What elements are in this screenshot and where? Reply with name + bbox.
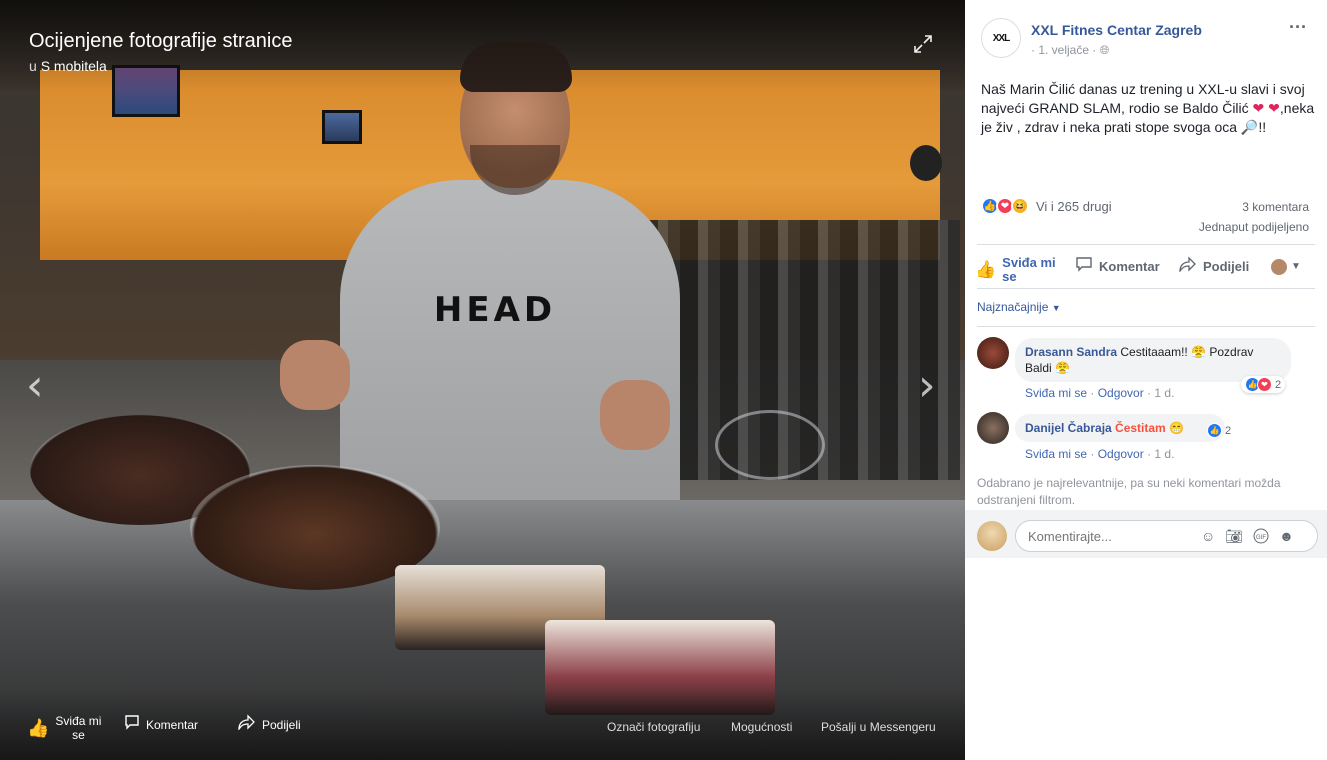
- more-options-icon[interactable]: ···: [1289, 17, 1307, 38]
- photo-like-button[interactable]: 👍 Sviđa mi se: [27, 714, 101, 742]
- share-icon: [238, 714, 256, 735]
- post-date[interactable]: · 1. veljače ·: [1031, 43, 1096, 57]
- photo-wall-logo: [910, 145, 942, 181]
- chevron-right-icon[interactable]: ›: [918, 360, 936, 411]
- svg-text:GIF: GIF: [1256, 535, 1266, 541]
- photo-chair: [715, 410, 825, 480]
- comment-author[interactable]: Danijel Čabraja: [1025, 421, 1112, 435]
- photo-hand-right: [600, 380, 670, 450]
- tag-photo-link[interactable]: Označi fotografiju: [607, 720, 700, 734]
- grin-emoji-icon: 😁: [1169, 421, 1185, 435]
- comment-reply-link[interactable]: Odgovor: [1098, 447, 1144, 461]
- comment-reply-link[interactable]: Odgovor: [1098, 386, 1144, 400]
- comment-icon: [1075, 256, 1093, 277]
- comment-meta: Sviđa mi se · Odgovor · 1 d.: [1025, 447, 1175, 461]
- like-line1: Sviđa mi: [1002, 255, 1056, 270]
- share-label: Podijeli: [1203, 259, 1250, 274]
- photo-hoodie: [340, 180, 680, 520]
- comment-like-link[interactable]: Sviđa mi se: [1025, 447, 1087, 461]
- heart-emoji-icon: ❤: [1268, 100, 1280, 116]
- post-text-part: !!: [1258, 119, 1267, 135]
- photo-like-label: Sviđa mi se: [55, 714, 101, 742]
- like-label: Sviđa mi se: [1002, 256, 1062, 284]
- sticker-icon[interactable]: ☻: [1279, 528, 1294, 547]
- comment-text: Čestitam: [1115, 421, 1166, 435]
- page-avatar[interactable]: XXL: [981, 18, 1021, 58]
- love-reaction-icon: ❤: [1257, 377, 1272, 392]
- page-name[interactable]: XXL Fitnes Centar Zagreb: [1031, 22, 1202, 38]
- photo-shirt-logo: HEAD: [433, 290, 557, 330]
- post-panel: XXL XXL Fitnes Centar Zagreb · 1. veljač…: [965, 0, 1327, 760]
- photo-stage[interactable]: HEAD Ocijenjene fotografije stranice u S…: [0, 0, 965, 760]
- heart-emoji-icon: ❤: [1252, 100, 1265, 116]
- comment-composer: ☺ 📷︎ GIF ☻: [965, 510, 1327, 558]
- photo-comment-label: Komentar: [146, 717, 199, 732]
- comment-time[interactable]: · 1 d.: [1147, 447, 1174, 461]
- photo-like-line2: se: [72, 728, 85, 742]
- share-button[interactable]: Podijeli: [1179, 256, 1249, 277]
- comments-count[interactable]: 3 komentara: [1242, 200, 1309, 214]
- thumbs-up-icon: 👍: [975, 260, 997, 279]
- comment-sort-dropdown[interactable]: Najznačajnije ▼: [977, 300, 1061, 314]
- comment-time[interactable]: · 1 d.: [1147, 386, 1174, 400]
- send-in-messenger-link[interactable]: Pošalji u Messengeru: [821, 720, 936, 734]
- posting-as-avatar[interactable]: [1271, 259, 1287, 275]
- photo-like-line1: Sviđa mi: [55, 714, 102, 728]
- like-reaction-icon: 👍: [1207, 423, 1222, 438]
- photo-share-label: Podijeli: [262, 717, 301, 732]
- album-subtitle: u S mobitela: [29, 58, 107, 74]
- commenter-avatar[interactable]: [977, 412, 1009, 444]
- chevron-down-icon: ▼: [1051, 303, 1061, 313]
- comment-reactions[interactable]: 👍 2: [1203, 422, 1235, 439]
- camera-icon[interactable]: 📷︎: [1225, 528, 1243, 547]
- expand-icon[interactable]: [912, 33, 934, 55]
- comment-meta: Sviđa mi se · Odgovor · 1 d.: [1025, 386, 1175, 400]
- comment-bubble: Danijel Čabraja Čestitam 😁: [1015, 414, 1226, 442]
- divider: [977, 326, 1315, 327]
- sort-label: Najznačajnije: [977, 300, 1049, 314]
- album-sub-prefix: u: [29, 58, 37, 74]
- commenter-avatar[interactable]: [977, 337, 1009, 369]
- reactions-summary[interactable]: 👍 ❤ 😆 Vi i 265 drugi: [981, 197, 1112, 215]
- like-button[interactable]: 👍 Sviđa mi se: [975, 256, 1062, 284]
- comment-like-link[interactable]: Sviđa mi se: [1025, 386, 1087, 400]
- like-line2: se: [1002, 269, 1017, 284]
- haha-reaction-icon: 😆: [1011, 197, 1029, 215]
- shares-count[interactable]: Jednaput podijeljeno: [1199, 220, 1309, 234]
- album-sub-link[interactable]: S mobitela: [41, 58, 107, 74]
- reactions-text: Vi i 265 drugi: [1036, 198, 1112, 214]
- gif-icon[interactable]: GIF: [1253, 528, 1269, 547]
- chevron-left-icon[interactable]: ‹: [26, 360, 44, 411]
- photo-hand-left: [280, 340, 350, 410]
- share-icon: [1179, 256, 1197, 277]
- user-avatar: [977, 521, 1007, 551]
- photo-comment-button[interactable]: Komentar: [124, 714, 198, 735]
- composer-icons: ☺ 📷︎ GIF ☻: [1201, 528, 1294, 547]
- comment-reactions[interactable]: 👍 ❤ 2: [1241, 376, 1286, 393]
- tennis-racket-emoji-icon: 🔎: [1240, 119, 1259, 135]
- divider: [977, 244, 1315, 245]
- photo-share-button[interactable]: Podijeli: [238, 714, 301, 735]
- album-title[interactable]: Ocijenjene fotografije stranice: [29, 30, 292, 53]
- post-text: Naš Marin Čilić danas uz trening u XXL-u…: [981, 80, 1317, 137]
- comment-button[interactable]: Komentar: [1075, 256, 1160, 277]
- emoji-icon[interactable]: ☺: [1201, 528, 1215, 547]
- chevron-down-icon[interactable]: ▼: [1291, 261, 1301, 272]
- divider: [977, 288, 1315, 289]
- globe-icon: 🌐︎: [1099, 43, 1110, 57]
- comment-icon: [124, 714, 140, 735]
- comment-label: Komentar: [1099, 259, 1160, 274]
- comment-react-count: 2: [1275, 378, 1282, 391]
- comment-author[interactable]: Drasann Sandra: [1025, 345, 1117, 359]
- options-link[interactable]: Mogućnosti: [731, 720, 792, 734]
- comment-react-count: 2: [1225, 424, 1232, 437]
- filter-note: Odabrano je najrelevantnije, pa su neki …: [977, 476, 1281, 507]
- post-meta: · 1. veljače · 🌐︎: [1031, 43, 1109, 58]
- thumbs-up-icon: 👍: [27, 717, 50, 738]
